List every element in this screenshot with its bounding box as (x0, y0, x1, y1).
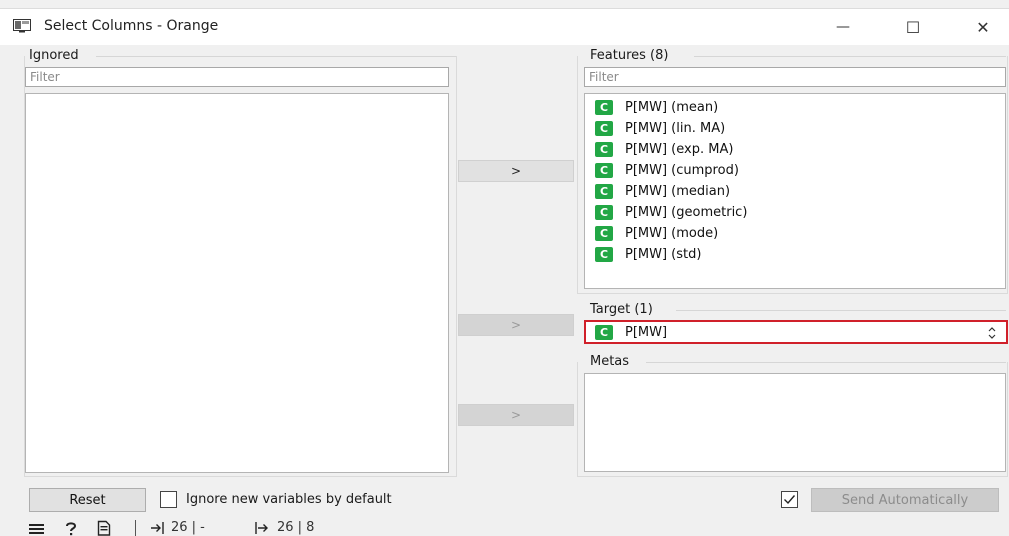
continuous-badge: C (595, 324, 613, 340)
target-combobox[interactable]: C P[MW] (584, 320, 1008, 344)
minimize-button[interactable]: — (820, 9, 866, 45)
feature-label: P[MW] (std) (625, 247, 702, 262)
orange-app-icon (13, 19, 31, 33)
list-item[interactable]: C P[MW] (std) (585, 244, 1005, 265)
feature-label: P[MW] (median) (625, 184, 731, 199)
move-to-metas-button[interactable]: > (458, 404, 574, 426)
list-item[interactable]: C P[MW] (cumprod) (585, 160, 1005, 181)
list-item[interactable]: C P[MW] (mean) (585, 97, 1005, 118)
minimize-icon: — (836, 19, 850, 35)
target-group-rule (676, 310, 1006, 311)
close-button[interactable]: ✕ (960, 9, 1006, 45)
updown-chevron-icon[interactable] (987, 325, 997, 341)
window-title: Select Columns - Orange (44, 18, 219, 34)
continuous-badge: C (595, 142, 613, 157)
continuous-badge: C (595, 100, 613, 115)
help-icon[interactable] (64, 521, 78, 536)
ignored-filter-input[interactable] (25, 67, 449, 87)
feature-label: P[MW] (geometric) (625, 205, 748, 220)
ignore-new-label: Ignore new variables by default (186, 492, 392, 507)
list-item[interactable]: C P[MW] (mode) (585, 223, 1005, 244)
feature-label: P[MW] (cumprod) (625, 163, 739, 178)
ignore-new-checkbox-row[interactable]: Ignore new variables by default (160, 491, 392, 508)
reset-button[interactable]: Reset (29, 488, 146, 512)
feature-label: P[MW] (lin. MA) (625, 121, 726, 136)
features-filter-input[interactable] (584, 67, 1006, 87)
maximize-button[interactable]: ☐ (890, 9, 936, 45)
maximize-icon: ☐ (905, 17, 921, 37)
report-icon[interactable] (97, 520, 111, 536)
target-value: P[MW] (625, 324, 668, 340)
continuous-badge: C (595, 205, 613, 220)
input-arrow-icon (151, 522, 164, 534)
list-item[interactable]: C P[MW] (geometric) (585, 202, 1005, 223)
input-summary: 26 | - (171, 520, 205, 535)
continuous-badge: C (595, 247, 613, 262)
ignore-new-checkbox[interactable] (160, 491, 177, 508)
status-bar: 26 | - 26 | 8 (0, 519, 1009, 536)
feature-label: P[MW] (mode) (625, 226, 719, 241)
title-bar: Select Columns - Orange — ☐ ✕ (0, 8, 1009, 45)
feature-label: P[MW] (mean) (625, 100, 719, 115)
output-summary: 26 | 8 (277, 520, 315, 535)
metas-list[interactable] (584, 373, 1006, 472)
target-label: Target (1) (590, 302, 653, 317)
hamburger-icon[interactable] (29, 523, 45, 535)
list-item[interactable]: C P[MW] (exp. MA) (585, 139, 1005, 160)
checkmark-icon (784, 495, 796, 505)
features-list[interactable]: C P[MW] (mean) C P[MW] (lin. MA) C P[MW] (exp… (584, 93, 1006, 289)
output-arrow-icon (255, 522, 268, 534)
send-automatically-checkbox[interactable] (781, 491, 798, 508)
status-separator (135, 520, 136, 536)
list-item[interactable]: C P[MW] (lin. MA) (585, 118, 1005, 139)
move-to-features-button[interactable]: > (458, 160, 574, 182)
continuous-badge: C (595, 184, 613, 199)
move-to-target-button[interactable]: > (458, 314, 574, 336)
continuous-badge: C (595, 121, 613, 136)
continuous-badge: C (595, 226, 613, 241)
continuous-badge: C (595, 163, 613, 178)
send-automatically-button[interactable]: Send Automatically (811, 488, 999, 512)
ignored-list[interactable] (25, 93, 449, 473)
feature-label: P[MW] (exp. MA) (625, 142, 734, 157)
close-icon: ✕ (976, 17, 990, 37)
list-item[interactable]: C P[MW] (median) (585, 181, 1005, 202)
